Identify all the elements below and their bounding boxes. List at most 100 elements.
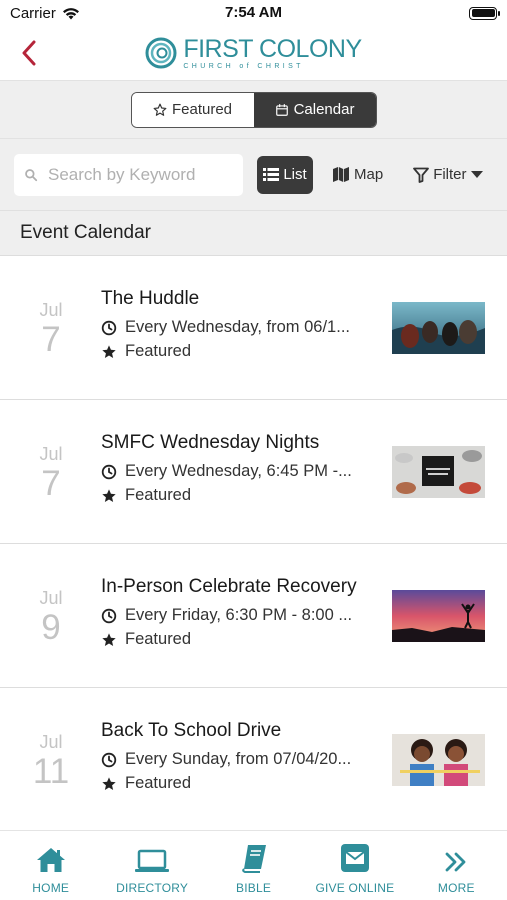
segment-calendar[interactable]: Calendar — [253, 92, 376, 127]
tab-home[interactable]: HOME — [0, 831, 101, 900]
event-date: Jul 11 — [30, 732, 72, 791]
event-schedule: Every Wednesday, 6:45 PM -... — [101, 462, 381, 481]
star-icon — [102, 344, 116, 358]
event-info: SMFC Wednesday Nights Every Wednesday, 6… — [101, 432, 381, 505]
section-title: Event Calendar — [20, 222, 151, 243]
star-icon — [102, 776, 116, 790]
map-view-button[interactable]: Map — [333, 166, 383, 183]
event-title: In-Person Celebrate Recovery — [101, 576, 357, 597]
event-schedule-text: Every Sunday, from 07/04/20... — [125, 750, 352, 768]
filter-button[interactable]: Filter — [413, 166, 483, 183]
star-icon — [102, 632, 116, 646]
event-thumbnail — [392, 302, 485, 354]
segment-featured[interactable]: Featured — [131, 92, 254, 127]
event-schedule-text: Every Friday, 6:30 PM - 8:00 ... — [125, 606, 353, 624]
event-row[interactable]: Jul 7 SMFC Wednesday Nights Every Wednes… — [0, 400, 507, 544]
event-thumbnail — [392, 590, 485, 642]
map-icon — [333, 167, 349, 182]
search-box[interactable] — [14, 153, 243, 196]
event-schedule-text: Every Wednesday, from 06/1... — [125, 318, 350, 336]
calendar-icon — [275, 103, 288, 116]
event-schedule-text: Every Wednesday, 6:45 PM -... — [125, 462, 352, 480]
tab-home-label: HOME — [32, 881, 70, 895]
clock-icon — [101, 320, 117, 335]
logo-title: FIRST COLONY — [183, 34, 362, 63]
event-info: The Huddle Every Wednesday, from 06/1...… — [101, 288, 381, 361]
event-month: Jul — [39, 732, 63, 752]
nav-bar: FIRST COLONY CHURCH of CHRIST — [0, 26, 507, 80]
event-info: In-Person Celebrate Recovery Every Frida… — [101, 576, 381, 649]
clock-icon — [101, 464, 117, 479]
event-row[interactable]: Jul 9 In-Person Celebrate Recovery Every… — [0, 544, 507, 688]
list-icon — [263, 168, 280, 181]
filter-label: Filter — [433, 166, 467, 183]
star-outline-icon — [153, 103, 167, 116]
logo-text: FIRST COLONY CHURCH of CHRIST — [183, 34, 362, 70]
event-featured: Featured — [101, 630, 381, 649]
event-schedule: Every Sunday, from 07/04/20... — [101, 750, 381, 769]
status-left: Carrier — [10, 5, 80, 22]
event-date: Jul 7 — [30, 444, 72, 503]
event-date: Jul 9 — [30, 588, 72, 647]
event-row[interactable]: Jul 11 Back To School Drive Every Sunday… — [0, 688, 507, 832]
toolbar: List Map Filter — [0, 138, 507, 210]
caret-down-icon — [470, 170, 483, 178]
logo-mark-icon — [145, 37, 177, 69]
tab-bar: HOME DIRECTORY BIBLE GIVE ONLINE MORE — [0, 830, 507, 900]
event-schedule: Every Friday, 6:30 PM - 8:00 ... — [101, 606, 381, 625]
event-title: Back To School Drive — [101, 720, 282, 741]
chevron-left-icon — [22, 40, 36, 66]
star-icon — [102, 488, 116, 502]
list-view-button[interactable]: List — [257, 155, 313, 194]
filter-icon — [413, 167, 430, 183]
list-view-label: List — [283, 166, 307, 183]
event-featured-text: Featured — [125, 342, 192, 360]
event-schedule: Every Wednesday, from 06/1... — [101, 318, 381, 337]
event-row[interactable]: Jul 7 The Huddle Every Wednesday, from 0… — [0, 256, 507, 400]
clock-icon — [101, 608, 117, 623]
map-view-label: Map — [354, 166, 384, 183]
tab-give-online-label: GIVE ONLINE — [315, 881, 395, 895]
event-featured-text: Featured — [125, 774, 192, 792]
book-icon — [241, 845, 266, 873]
tab-more-label: MORE — [437, 881, 475, 895]
event-featured: Featured — [101, 486, 381, 505]
segment-area: Featured Calendar — [0, 80, 507, 138]
tab-more[interactable]: MORE — [406, 831, 507, 900]
segment-calendar-label: Calendar — [293, 101, 355, 118]
laptop-icon — [135, 849, 170, 872]
logo-subtitle: CHURCH of CHRIST — [183, 62, 304, 70]
search-input[interactable] — [48, 164, 228, 185]
status-bar: Carrier 7:54 AM — [0, 0, 507, 26]
carrier-label: Carrier — [10, 4, 56, 22]
view-segment-control: Featured Calendar — [130, 91, 377, 128]
event-title: The Huddle — [101, 288, 200, 309]
home-icon — [36, 848, 65, 872]
tab-give-online[interactable]: GIVE ONLINE — [304, 831, 405, 900]
event-day: 11 — [32, 752, 70, 791]
event-featured: Featured — [101, 774, 381, 793]
event-featured-text: Featured — [125, 630, 192, 648]
segment-featured-label: Featured — [171, 101, 233, 118]
event-featured-text: Featured — [125, 486, 192, 504]
event-title: SMFC Wednesday Nights — [101, 432, 320, 453]
event-day: 7 — [41, 464, 61, 503]
envelope-icon — [340, 844, 369, 872]
wifi-icon — [62, 7, 79, 19]
event-date: Jul 7 — [30, 300, 72, 359]
tab-bible[interactable]: BIBLE — [203, 831, 304, 900]
church-logo: FIRST COLONY CHURCH of CHRIST — [145, 34, 362, 70]
event-thumbnail — [392, 446, 485, 498]
back-button[interactable] — [14, 36, 44, 70]
tab-directory[interactable]: DIRECTORY — [101, 831, 202, 900]
double-chevron-icon — [445, 852, 466, 872]
event-month: Jul — [39, 444, 63, 464]
tab-directory-label: DIRECTORY — [116, 881, 189, 895]
event-list: Jul 7 The Huddle Every Wednesday, from 0… — [0, 256, 507, 832]
event-month: Jul — [39, 300, 63, 320]
event-thumbnail — [392, 734, 485, 786]
section-header: Event Calendar — [0, 210, 507, 256]
clock-icon — [101, 752, 117, 767]
search-icon — [25, 168, 38, 181]
event-info: Back To School Drive Every Sunday, from … — [101, 720, 381, 793]
